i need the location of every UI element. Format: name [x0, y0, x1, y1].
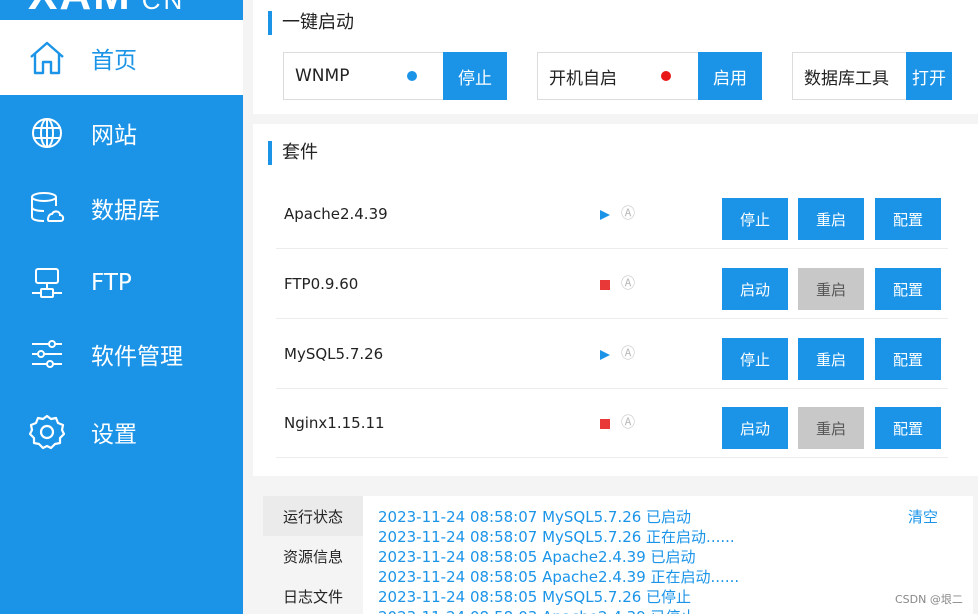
log-line: 2023-11-24 08:58:05 Apache2.4.39 已启动 — [378, 548, 696, 566]
tab-resource-info[interactable]: 资源信息 — [263, 536, 363, 576]
table-row: FTP0.9.60 Ⓐ 启动 重启 配置 — [276, 250, 948, 319]
config-button[interactable]: 配置 — [875, 268, 941, 310]
wnmp-box: WNMP 停止 — [283, 52, 507, 100]
section-title-quick-start: 一键启动 — [268, 11, 354, 35]
service-name: Apache2.4.39 — [284, 205, 388, 223]
sidebar-item-label: 设置 — [91, 421, 137, 448]
section-title-suite: 套件 — [268, 141, 318, 165]
watermark: CSDN @垠二 — [895, 593, 963, 606]
running-status-icon — [600, 210, 610, 220]
log-line: 2023-11-24 08:58:03 Apache2.4.39 已停止 — [378, 606, 696, 614]
globe-icon — [27, 113, 67, 153]
start-button[interactable]: 启动 — [722, 407, 788, 449]
app-logo: XAMCN — [28, 0, 185, 10]
log-line: 2023-11-24 08:58:07 MySQL5.7.26 正在启动....… — [378, 528, 735, 546]
sidebar-item-ftp[interactable]: FTP — [0, 245, 243, 320]
service-name: MySQL5.7.26 — [284, 345, 384, 363]
wnmp-stop-button[interactable]: 停止 — [443, 52, 507, 100]
home-icon — [27, 38, 67, 78]
sidebar-item-software[interactable]: 软件管理 — [0, 316, 243, 391]
config-button[interactable]: 配置 — [875, 198, 941, 240]
sidebar-item-label: FTP — [91, 269, 132, 296]
autostart-icon[interactable]: Ⓐ — [621, 203, 635, 223]
autostart-status-dot — [661, 71, 671, 81]
autostart-icon[interactable]: Ⓐ — [621, 412, 635, 432]
sidebar-item-label: 首页 — [91, 47, 137, 74]
sliders-icon — [27, 334, 67, 374]
running-status-icon — [600, 350, 610, 360]
stopped-status-icon — [600, 280, 610, 290]
restart-button: 重启 — [798, 268, 864, 310]
sidebar-item-website[interactable]: 网站 — [0, 95, 243, 170]
log-line: 2023-11-24 08:58:05 MySQL5.7.26 已停止 — [378, 588, 692, 606]
log-line: 2023-11-24 08:58:05 Apache2.4.39 正在启动...… — [378, 568, 740, 586]
sidebar-item-label: 软件管理 — [91, 343, 183, 370]
restart-button[interactable]: 重启 — [798, 338, 864, 380]
restart-button[interactable]: 重启 — [798, 198, 864, 240]
db-tool-label: 数据库工具 — [804, 68, 889, 89]
stopped-status-icon — [600, 419, 610, 429]
tab-log-files[interactable]: 日志文件 — [263, 576, 363, 614]
tab-run-status[interactable]: 运行状态 — [263, 496, 363, 536]
sidebar-item-database[interactable]: 数据库 — [0, 170, 243, 245]
service-name: Nginx1.15.11 — [284, 414, 385, 432]
sidebar-item-settings[interactable]: 设置 — [0, 394, 243, 469]
start-button[interactable]: 启动 — [722, 268, 788, 310]
service-name: FTP0.9.60 — [284, 275, 359, 293]
config-button[interactable]: 配置 — [875, 407, 941, 449]
log-output: 2023-11-24 08:58:07 MySQL5.7.26 已启动 2023… — [363, 496, 973, 614]
log-line: 2023-11-24 08:58:07 MySQL5.7.26 已启动 — [378, 508, 692, 526]
autostart-box: 开机自启 启用 — [537, 52, 762, 100]
autostart-label: 开机自启 — [549, 68, 617, 89]
db-tool-open-button[interactable]: 打开 — [906, 52, 952, 100]
sidebar-item-label: 网站 — [91, 122, 137, 149]
stop-button[interactable]: 停止 — [722, 198, 788, 240]
gear-icon — [27, 412, 67, 452]
wnmp-label: WNMP — [295, 66, 350, 86]
table-row: Apache2.4.39 Ⓐ 停止 重启 配置 — [276, 180, 948, 249]
stop-button[interactable]: 停止 — [722, 338, 788, 380]
log-tabs: 运行状态 资源信息 日志文件 — [263, 496, 363, 614]
config-button[interactable]: 配置 — [875, 338, 941, 380]
sidebar: XAMCN 首页 网站 数据库 — [0, 0, 243, 614]
autostart-enable-button[interactable]: 启用 — [698, 52, 762, 100]
clear-log-button[interactable]: 清空 — [908, 506, 938, 527]
database-icon — [27, 188, 67, 228]
restart-button: 重启 — [798, 407, 864, 449]
table-row: Nginx1.15.11 Ⓐ 启动 重启 配置 — [276, 389, 948, 458]
ftp-server-icon — [27, 263, 67, 303]
sidebar-item-home[interactable]: 首页 — [0, 20, 243, 95]
table-row: MySQL5.7.26 Ⓐ 停止 重启 配置 — [276, 320, 948, 389]
autostart-icon[interactable]: Ⓐ — [621, 343, 635, 363]
db-tool-box: 数据库工具 打开 — [792, 52, 952, 100]
autostart-icon[interactable]: Ⓐ — [621, 273, 635, 293]
wnmp-status-dot — [407, 71, 417, 81]
sidebar-item-label: 数据库 — [91, 197, 160, 224]
